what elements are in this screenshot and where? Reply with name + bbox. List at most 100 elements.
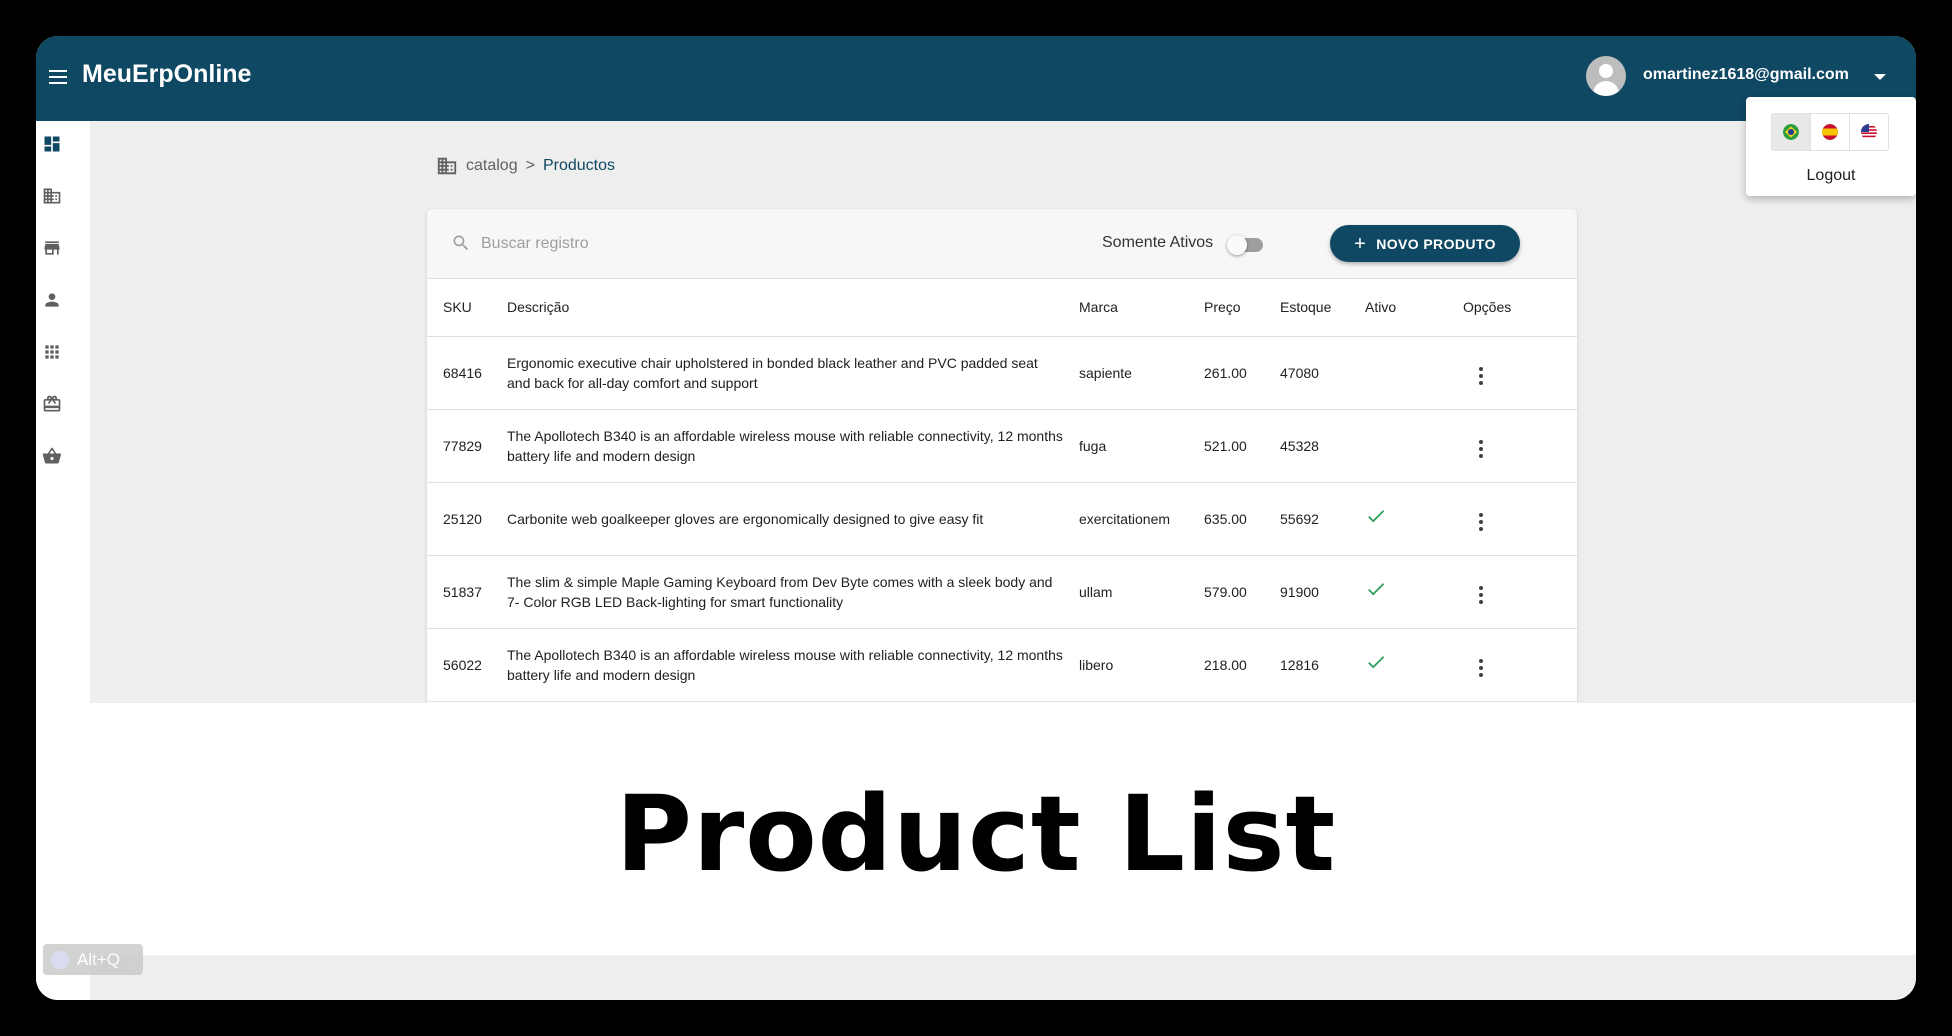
usa-flag-icon <box>1861 124 1877 140</box>
cell-sku: 56022 <box>427 628 499 702</box>
more-vert-icon[interactable] <box>1475 363 1487 389</box>
cell-active <box>1357 482 1455 556</box>
new-product-button[interactable]: + NOVO PRODUTO <box>1330 225 1520 262</box>
cell-sku: 68416 <box>427 336 499 410</box>
language-es-button[interactable] <box>1811 114 1850 150</box>
check-icon <box>1368 583 1385 596</box>
caption-text: Product List <box>615 773 1337 895</box>
package-icon[interactable] <box>41 393 63 415</box>
cell-sku: 51837 <box>427 555 499 629</box>
dashboard-icon[interactable] <box>41 133 63 155</box>
cell-stock: 12816 <box>1272 628 1357 702</box>
caption-banner: Product List <box>36 703 1916 955</box>
search-icon <box>453 235 469 251</box>
cell-brand: sapiente <box>1071 336 1196 410</box>
more-vert-icon[interactable] <box>1475 582 1487 608</box>
active-filter-toggle[interactable] <box>1227 235 1263 255</box>
new-product-button-label: NOVO PRODUTO <box>1376 235 1496 252</box>
header-stock[interactable]: Estoque <box>1272 279 1357 337</box>
cell-description: The Apollotech B340 is an affordable wir… <box>499 628 1071 702</box>
plus-icon: + <box>1354 232 1367 255</box>
language-pt-br-button[interactable] <box>1772 114 1811 150</box>
content-footer <box>90 955 1916 1000</box>
app-window: MeuErpOnline omartinez1618@gmail.com cat… <box>36 36 1916 1000</box>
cell-price: 635.00 <box>1196 482 1272 556</box>
table-row[interactable]: 77829 The Apollotech B340 is an affordabl… <box>427 409 1577 483</box>
search-input[interactable] <box>481 231 981 257</box>
header-active[interactable]: Ativo <box>1357 279 1455 337</box>
breadcrumb-separator: > <box>525 157 535 174</box>
person-icon[interactable] <box>41 289 63 311</box>
cell-description: Ergonomic executive chair upholstered in… <box>499 336 1071 410</box>
cell-options <box>1455 482 1577 556</box>
language-en-us-button[interactable] <box>1850 114 1888 150</box>
apps-icon[interactable] <box>41 341 63 363</box>
cell-brand: ullam <box>1071 555 1196 629</box>
brazil-flag-icon <box>1783 124 1799 140</box>
more-vert-icon[interactable] <box>1475 509 1487 535</box>
header-sku[interactable]: SKU <box>427 279 499 337</box>
cell-options <box>1455 336 1577 410</box>
business-icon[interactable] <box>41 185 63 207</box>
app-title: MeuErpOnline <box>82 60 252 88</box>
table-row[interactable]: 51837 The slim & simple Maple Gaming Keyb… <box>427 555 1577 629</box>
header-brand[interactable]: Marca <box>1071 279 1196 337</box>
top-app-bar: MeuErpOnline omartinez1618@gmail.com <box>36 36 1916 121</box>
cell-price: 218.00 <box>1196 628 1272 702</box>
cell-active <box>1357 336 1455 410</box>
cell-brand: libero <box>1071 628 1196 702</box>
avatar[interactable] <box>1586 56 1626 96</box>
assistant-icon <box>51 950 69 969</box>
cell-price: 579.00 <box>1196 555 1272 629</box>
header-price[interactable]: Preço <box>1196 279 1272 337</box>
cell-price: 521.00 <box>1196 409 1272 483</box>
cell-description: The Apollotech B340 is an affordable wir… <box>499 409 1071 483</box>
table-row[interactable]: 68416 Ergonomic executive chair upholster… <box>427 336 1577 410</box>
table-row[interactable]: 25120 Carbonite web goalkeeper gloves are… <box>427 482 1577 556</box>
cell-description: Carbonite web goalkeeper gloves are ergo… <box>499 482 1071 556</box>
spain-flag-icon <box>1822 124 1838 140</box>
products-table: SKU Descrição Marca Preço Estoque Ativo … <box>427 279 1577 702</box>
check-icon <box>1368 510 1385 523</box>
cell-sku: 25120 <box>427 482 499 556</box>
user-menu-popup: Logout <box>1746 97 1916 196</box>
cell-active <box>1357 555 1455 629</box>
store-icon[interactable] <box>41 237 63 259</box>
more-vert-icon[interactable] <box>1475 655 1487 681</box>
menu-icon[interactable] <box>46 66 70 90</box>
cell-active <box>1357 628 1455 702</box>
logout-button[interactable]: Logout <box>1746 167 1916 185</box>
active-filter-label: Somente Ativos <box>1102 234 1214 251</box>
check-icon <box>1368 656 1385 669</box>
more-vert-icon[interactable] <box>1475 436 1487 462</box>
cell-stock: 47080 <box>1272 336 1357 410</box>
business-icon <box>437 157 457 175</box>
breadcrumb-current: Productos <box>542 157 615 174</box>
breadcrumb: catalog > Productos <box>436 155 615 177</box>
basket-icon[interactable] <box>41 445 63 467</box>
chevron-down-icon[interactable] <box>1874 74 1886 80</box>
cell-active <box>1357 409 1455 483</box>
header-description[interactable]: Descrição <box>499 279 1071 337</box>
cell-stock: 55692 <box>1272 482 1357 556</box>
shortcut-hint: Alt+Q <box>43 944 143 975</box>
cell-description: The slim & simple Maple Gaming Keyboard … <box>499 555 1071 629</box>
cell-price: 261.00 <box>1196 336 1272 410</box>
breadcrumb-parent[interactable]: catalog <box>466 157 518 175</box>
language-selector <box>1771 113 1889 151</box>
user-email[interactable]: omartinez1618@gmail.com <box>1643 66 1849 84</box>
cell-stock: 91900 <box>1272 555 1357 629</box>
main-content: catalog > Productos Somente Ativos + NOV… <box>90 121 1916 703</box>
cell-brand: exercitationem <box>1071 482 1196 556</box>
cell-options <box>1455 628 1577 702</box>
products-card: Somente Ativos + NOVO PRODUTO SKU Descri… <box>427 209 1577 703</box>
cell-stock: 45328 <box>1272 409 1357 483</box>
shortcut-hint-text: Alt+Q <box>77 949 120 969</box>
table-row[interactable]: 56022 The Apollotech B340 is an affordabl… <box>427 628 1577 702</box>
table-header-row: SKU Descrição Marca Preço Estoque Ativo … <box>427 279 1577 337</box>
table-toolbar: Somente Ativos + NOVO PRODUTO <box>427 209 1577 279</box>
cell-options <box>1455 555 1577 629</box>
cell-options <box>1455 409 1577 483</box>
cell-sku: 77829 <box>427 409 499 483</box>
header-options: Opções <box>1455 279 1577 337</box>
